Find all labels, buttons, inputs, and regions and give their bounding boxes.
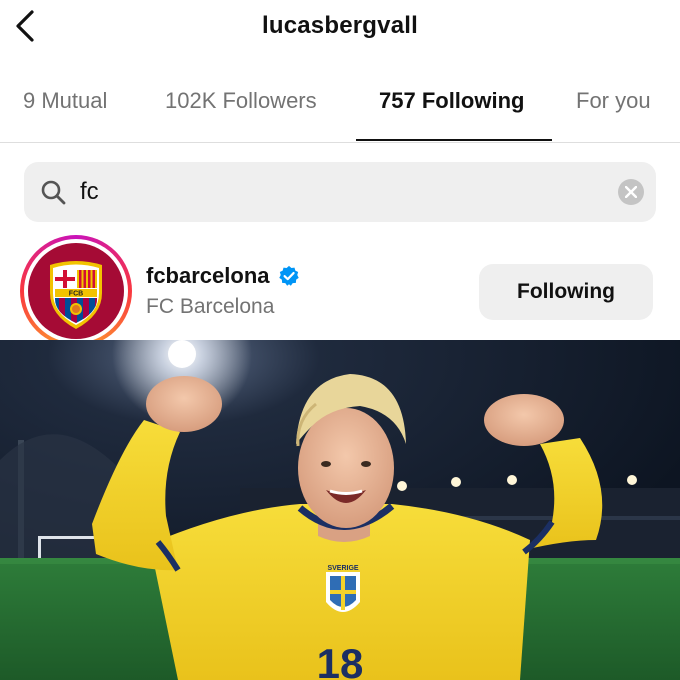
tab-mutual[interactable]: 9 Mutual [23, 88, 107, 114]
username[interactable]: fcbarcelona [146, 263, 270, 289]
tab-following[interactable]: 757 Following [379, 88, 524, 114]
post-photo: SVERIGE 18 [0, 340, 680, 680]
badge-lettering: SVERIGE [327, 565, 358, 572]
profile-username-title: lucasbergvall [261, 12, 418, 39]
username-line: fcbarcelona [146, 262, 300, 290]
crest-lettering: FCB [69, 291, 83, 298]
story-ring[interactable]: FCB [20, 235, 132, 347]
active-tab-indicator [356, 139, 552, 141]
search-bar [24, 162, 656, 222]
clear-icon [625, 186, 637, 198]
search-icon [41, 180, 66, 205]
player-photo-illustration: SVERIGE 18 [0, 340, 680, 680]
tab-followers[interactable]: 102K Followers [165, 88, 317, 114]
header: lucasbergvall [0, 0, 680, 56]
fc-barcelona-crest-icon: FCB [50, 261, 102, 329]
clear-search-button[interactable] [618, 179, 644, 205]
tab-for-you[interactable]: For you [576, 88, 651, 114]
jersey-number: 18 [317, 640, 364, 680]
following-button[interactable]: Following [479, 264, 653, 320]
search-input[interactable] [80, 172, 600, 212]
account-row[interactable]: FCB fcbarcelona FC Barcelona Following [0, 232, 680, 347]
verified-badge-icon [278, 265, 299, 286]
avatar: FCB [28, 243, 124, 339]
full-name: FC Barcelona [146, 295, 275, 318]
follow-tabs: 9 Mutual 102K Followers 757 Following Fo… [0, 72, 680, 143]
